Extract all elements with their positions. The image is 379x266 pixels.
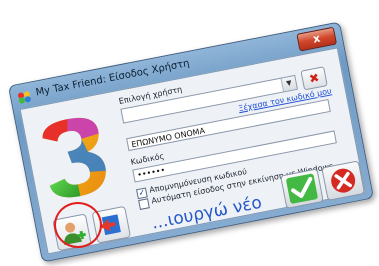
app-3d-logo: [42, 117, 106, 198]
ok-button[interactable]: [280, 168, 324, 210]
remember-password-checkbox[interactable]: ✓: [136, 187, 148, 200]
checkmark-icon: [286, 173, 318, 204]
delete-x-icon: ✖: [307, 70, 321, 87]
close-icon: x: [311, 31, 322, 46]
cancel-icon: [331, 168, 356, 193]
app-logo-icon: [18, 91, 31, 104]
cancel-button[interactable]: [321, 160, 366, 201]
chevron-down-icon[interactable]: ▼: [280, 76, 297, 92]
auto-login-checkbox[interactable]: [138, 198, 150, 210]
screenshot-stage: My Tax Friend: Είσοδος Χρήστη x Επιλογή …: [0, 0, 379, 266]
highlight-circle: [54, 202, 102, 248]
